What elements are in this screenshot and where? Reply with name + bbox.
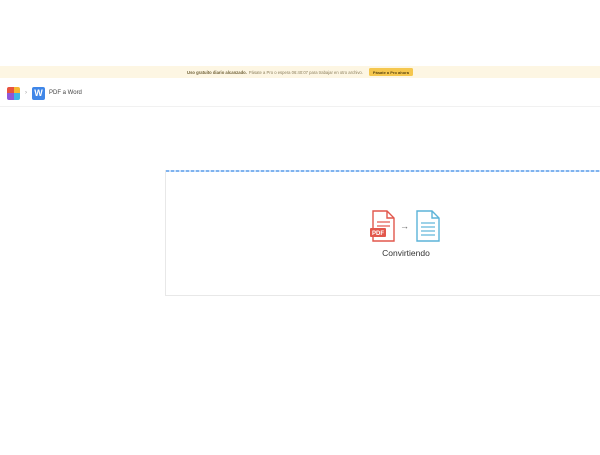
- progress-bar: [166, 170, 600, 172]
- breadcrumb: › W PDF a Word: [7, 85, 82, 101]
- chevron-right-icon: ›: [25, 90, 27, 96]
- conversion-card: PDF → Convirtiendo: [165, 170, 600, 296]
- conversion-illustration: PDF →: [370, 210, 441, 242]
- breadcrumb-tool-name[interactable]: PDF a Word: [49, 90, 82, 96]
- pdf-file-icon: PDF: [370, 210, 395, 242]
- arrow-right-icon: →: [400, 221, 409, 231]
- banner-message: Pásate a Pro o espera 06:40:07 para trab…: [248, 69, 363, 75]
- page: Uso gratuito diario alcanzado. Pásate a …: [0, 0, 600, 455]
- upgrade-pro-button[interactable]: Pásate a Pro ahora: [368, 68, 413, 76]
- header-divider: [0, 106, 600, 107]
- app-logo[interactable]: [7, 86, 20, 100]
- limit-notice-banner: Uso gratuito diario alcanzado. Pásate a …: [0, 66, 600, 78]
- pdf-badge-label: PDF: [372, 231, 384, 237]
- document-icon: [416, 210, 440, 242]
- conversion-status: Convirtiendo: [382, 248, 430, 258]
- banner-bold-text: Uso gratuito diario alcanzado.: [187, 69, 247, 75]
- word-icon: W: [32, 86, 45, 100]
